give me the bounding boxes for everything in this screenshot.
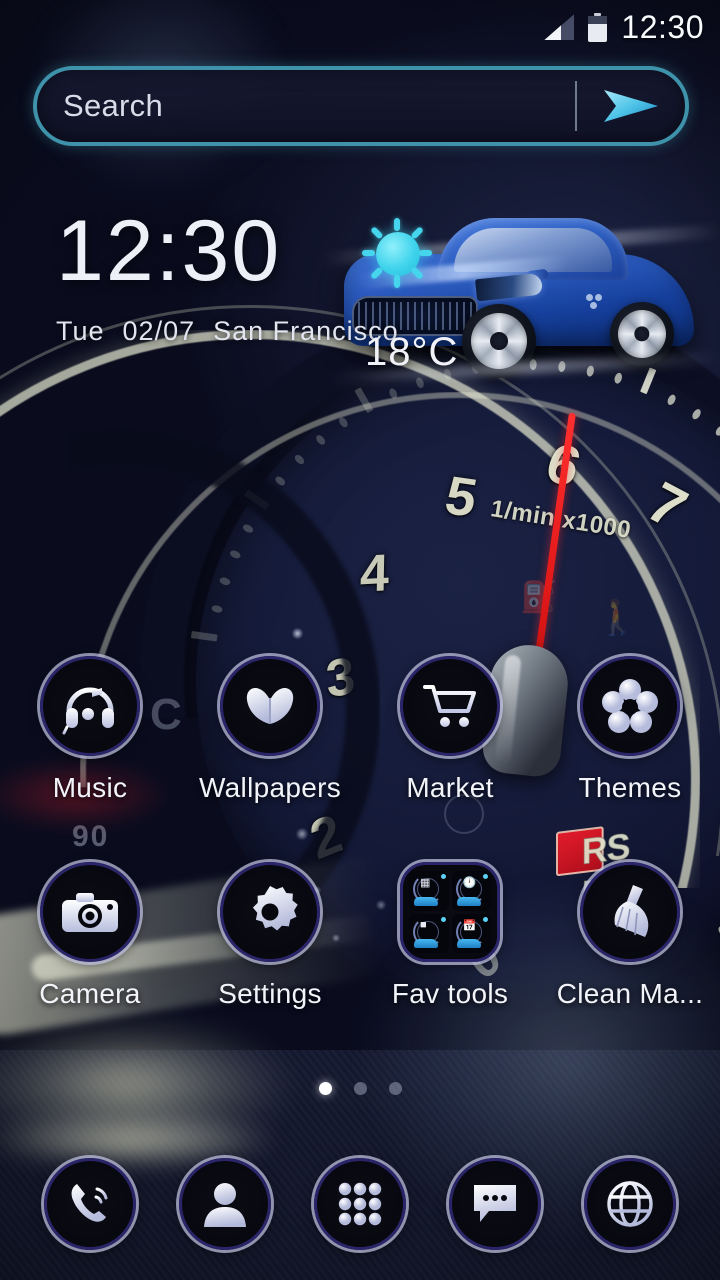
dial-tick [713,424,720,438]
dial-tick [293,453,306,466]
search-send-button[interactable] [577,70,685,142]
dial-tick [314,433,327,447]
clock-weekday: Tue [56,316,105,346]
app-item-clean-master[interactable]: Clean Ma... [540,862,720,1010]
app-label: Fav tools [391,978,509,1009]
app-row-spacer [0,804,720,862]
app-item-market[interactable]: Market [360,656,540,804]
clock-widget[interactable]: 12:30 Tue 02/07 San Francisco [56,208,399,347]
app-item-music[interactable]: Music [0,656,180,804]
search-input[interactable]: Search [37,70,575,142]
app-row-2: Camera Settings ▦ 🕛 ■ 📅 Fav tools Clean … [0,862,720,1010]
sun-ray [394,218,400,231]
page-indicator [0,1082,720,1095]
status-bar: 12:30 [0,0,720,54]
dock-item-app-drawer[interactable] [313,1158,406,1250]
dock-item-phone[interactable] [43,1158,136,1250]
app-item-fav-tools[interactable]: ▦ 🕛 ■ 📅 Fav tools [360,862,540,1010]
app-item-settings[interactable]: Settings [180,862,360,1010]
clock-time: 12:30 [56,203,282,299]
app-grid: Music Wallpapers Market Themes Camera Se… [0,656,720,1010]
sun-ray [370,266,384,280]
sun-ray [410,266,424,280]
dock-item-contacts[interactable] [178,1158,271,1250]
warning-glyph-airbag: 🚶 [596,599,639,637]
sunny-icon [362,218,432,288]
home-screen: 2 3 4 5 6 7 1/min x1000 0 90 C ⛽ 🚶 RS 5 [0,0,720,1280]
page-dot-active[interactable] [318,1082,332,1095]
search-placeholder-text: Search [63,88,164,123]
contact-person-icon [203,1183,246,1227]
signal-bars-icon [544,14,575,40]
dial-tick [665,393,678,407]
clock-date: 02/07 [122,316,196,346]
app-label: Clean Ma... [556,978,704,1009]
send-arrow-icon [604,90,658,122]
broom-icon [580,862,680,962]
battery-icon [588,12,608,42]
dial-tick [337,415,350,429]
page-dot[interactable] [388,1082,402,1095]
car-side-vent [586,294,608,310]
sun-ray [394,275,400,288]
app-label: Camera [39,978,141,1009]
search-bar[interactable]: Search [33,66,689,146]
folder-mini-grid: ▦ 🕛 ■ 📅 [409,871,491,953]
bokeh-dot [292,628,303,639]
app-item-wallpapers[interactable]: Wallpapers [180,656,360,804]
clock-subline: Tue 02/07 San Francisco [56,316,399,347]
car-rear-rim [618,310,666,358]
butterfly-icon [220,656,320,756]
message-bubble-icon [474,1185,517,1222]
sun-ray [362,250,375,256]
sun-ray [419,250,432,256]
app-item-camera[interactable]: Camera [0,862,180,1010]
sun-ray [410,226,424,240]
folder-mini-item-battery-saver: ■ [409,913,449,953]
status-bar-clock: 12:30 [621,8,704,45]
app-label: Wallpapers [198,772,341,803]
dock-item-messages[interactable] [449,1158,542,1250]
dial-tick [690,407,703,421]
app-label: Market [406,772,494,803]
dock [0,1150,720,1258]
dock-item-browser[interactable] [584,1158,677,1250]
flower-icon [580,656,680,756]
gear-icon [220,862,320,962]
folder-mini-item-qr-scanner: ▦ [409,871,449,911]
globe-icon [607,1181,654,1227]
page-dot[interactable] [353,1082,367,1095]
phone-icon [71,1184,108,1222]
tach-number-4: 4 [359,544,390,604]
app-drawer-grid-icon [338,1182,382,1226]
headphones-icon [40,656,140,756]
car-front-rim [471,313,527,369]
app-item-themes[interactable]: Themes [540,656,720,804]
shopping-cart-icon [400,656,500,756]
camera-icon [40,862,140,962]
app-row-1: Music Wallpapers Market Themes [0,656,720,804]
folder-icon: ▦ 🕛 ■ 📅 [400,862,500,962]
weather-temperature: 18°C [365,330,459,374]
weather-widget[interactable]: 18°C [362,218,457,374]
folder-mini-item-calendar: 📅 [451,913,491,953]
folder-mini-item-clock: 🕛 [451,871,491,911]
app-label: Themes [578,772,682,803]
app-label: Settings [218,978,322,1009]
app-label: Music [52,772,128,803]
